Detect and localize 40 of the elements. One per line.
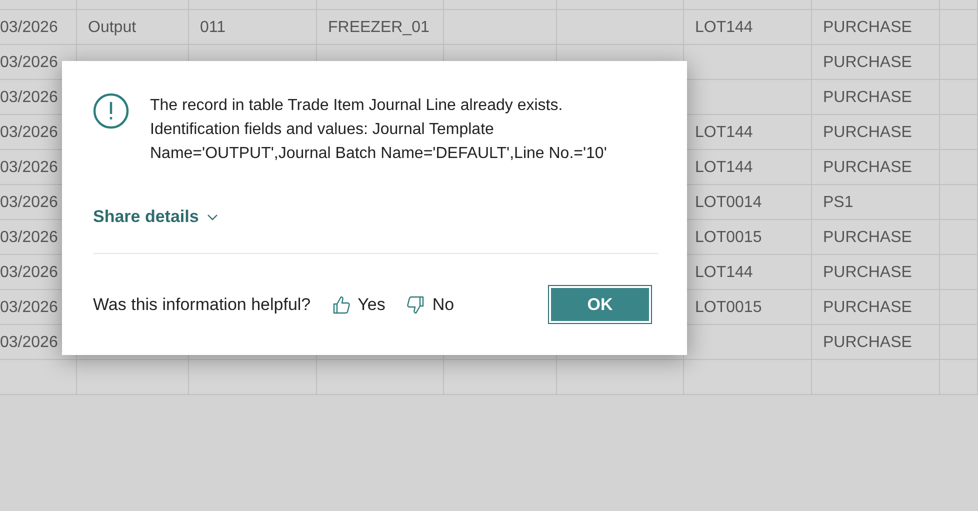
exclamation-icon bbox=[93, 93, 129, 129]
table-cell: PURCHASE bbox=[823, 228, 912, 246]
table-cell: 03/2026 bbox=[0, 194, 58, 212]
table-cell: LOT0014 bbox=[695, 194, 762, 212]
table-cell: 03/2026 bbox=[0, 54, 58, 72]
table-cell: 03/2026 bbox=[0, 158, 58, 176]
table-cell: LOT144 bbox=[695, 264, 753, 282]
table-cell: FREEZER_01 bbox=[328, 18, 430, 36]
table-cell: 03/2026 bbox=[0, 264, 58, 282]
table-cell: Output bbox=[88, 18, 136, 36]
table-cell: PURCHASE bbox=[823, 54, 912, 72]
table-cell: PURCHASE bbox=[823, 334, 912, 352]
table-cell: LOT0015 bbox=[695, 298, 762, 316]
table-cell: PURCHASE bbox=[823, 298, 912, 316]
table-cell: LOT144 bbox=[695, 18, 753, 36]
table-cell: PURCHASE bbox=[823, 124, 912, 142]
table-cell: PS1 bbox=[823, 194, 854, 212]
table-cell: LOT0015 bbox=[695, 228, 762, 246]
table-cell: 03/2026 bbox=[0, 18, 58, 36]
table-cell: PURCHASE bbox=[823, 88, 912, 106]
table-cell: PURCHASE bbox=[823, 18, 912, 36]
table-cell: 011 bbox=[200, 18, 226, 36]
table-cell: PURCHASE bbox=[823, 264, 912, 282]
table-cell: 03/2026 bbox=[0, 228, 58, 246]
table-cell: 03/2026 bbox=[0, 334, 58, 352]
table-cell: PURCHASE bbox=[823, 158, 912, 176]
chevron-icon bbox=[206, 214, 218, 220]
error-message: The record in table Trade Item Journal Line already exists. Identification fields and values: Journal Template Name='OUTPUT',Journal Batch Name='DEFAULT',Line No.='10' bbox=[150, 96, 608, 164]
table-cell: LOT144 bbox=[695, 158, 753, 176]
no-button[interactable]: No bbox=[407, 294, 454, 314]
table-cell: 03/2026 bbox=[0, 124, 58, 142]
table-cell: LOT144 bbox=[695, 124, 753, 142]
yes-button[interactable]: Yes bbox=[332, 294, 386, 314]
table-cell: 03/2026 bbox=[0, 88, 58, 106]
thumbs-up-icon bbox=[332, 294, 350, 314]
share-details-toggle[interactable]: Share details bbox=[93, 207, 218, 227]
table-cell: 03/2026 bbox=[0, 298, 58, 316]
ok-button[interactable]: OK bbox=[548, 285, 652, 324]
feedback-question: Was this information helpful? bbox=[93, 294, 311, 314]
thumbs-down-icon bbox=[407, 294, 424, 314]
